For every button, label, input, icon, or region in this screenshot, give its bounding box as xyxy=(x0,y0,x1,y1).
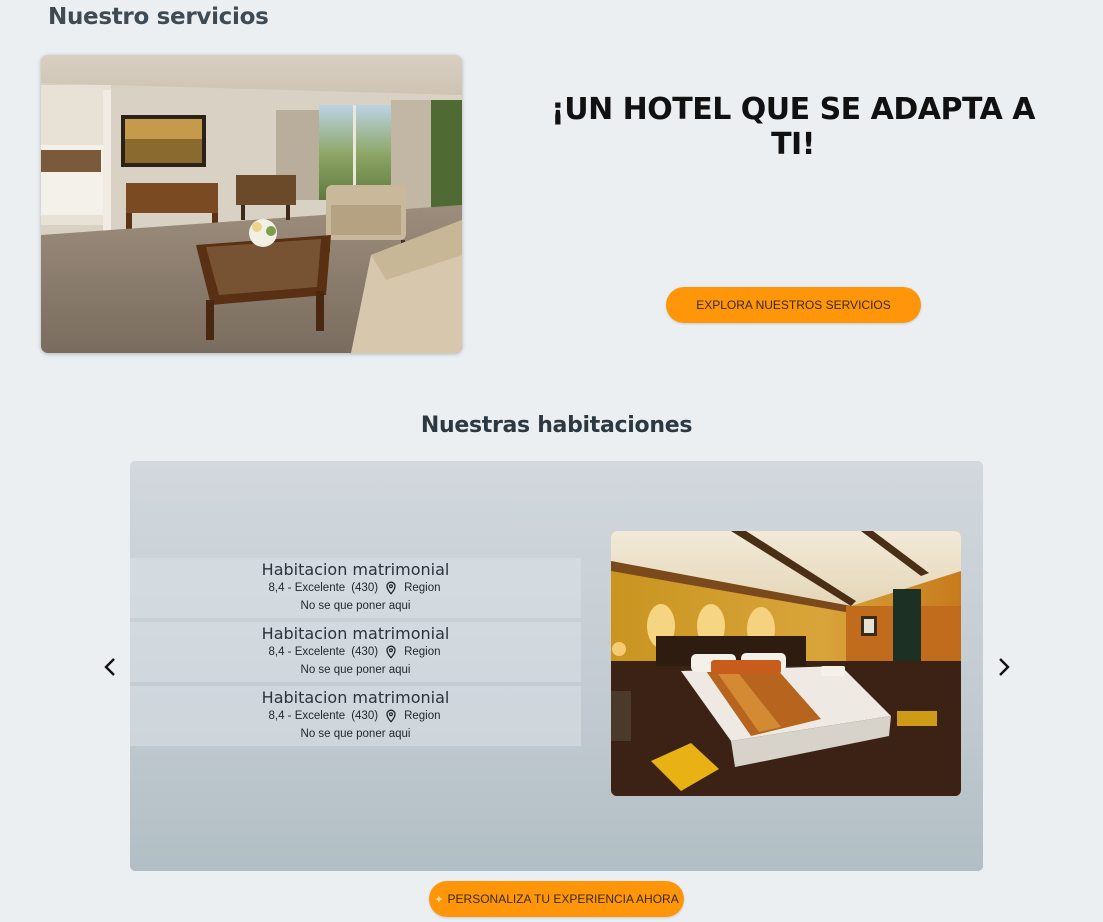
chevron-left-icon xyxy=(104,658,115,676)
room-review-count: (430) xyxy=(351,710,379,722)
room-card[interactable]: Habitacion matrimonial 8,4 - Excelente (… xyxy=(130,686,581,746)
room-card[interactable]: Habitacion matrimonial 8,4 - Excelente (… xyxy=(130,622,581,682)
room-meta: 8,4 - Excelente (430) Region xyxy=(268,645,441,659)
room-review-count: (430) xyxy=(351,646,379,658)
carousel-prev-button[interactable] xyxy=(98,655,122,679)
personalize-experience-label: PERSONALIZA TU EXPERIENCIA AHORA xyxy=(447,892,679,906)
chevron-right-icon xyxy=(999,658,1010,676)
rooms-list: Habitacion matrimonial 8,4 - Excelente (… xyxy=(130,558,581,750)
room-meta: 8,4 - Excelente (430) Region xyxy=(268,581,441,595)
room-title: Habitacion matrimonial xyxy=(261,688,450,707)
room-meta: 8,4 - Excelente (430) Region xyxy=(268,709,441,723)
room-description: No se que poner aqui xyxy=(300,600,411,612)
room-region: Region xyxy=(404,710,441,722)
rooms-section-title: Nuestras habitaciones xyxy=(420,413,693,438)
room-region: Region xyxy=(404,646,441,658)
sparkle-icon: ✦ xyxy=(434,893,444,906)
room-review-count: (430) xyxy=(351,582,379,594)
room-score: 8,4 - Excelente xyxy=(268,582,346,594)
room-score: 8,4 - Excelente xyxy=(268,710,346,722)
map-pin-icon xyxy=(384,645,398,659)
map-pin-icon xyxy=(384,709,398,723)
room-description: No se que poner aqui xyxy=(300,728,411,740)
map-pin-icon xyxy=(384,581,398,595)
room-description: No se que poner aqui xyxy=(300,664,411,676)
room-title: Habitacion matrimonial xyxy=(261,624,450,643)
services-headline: ¡UN HOTEL QUE SE ADAPTA A TI! xyxy=(551,92,1035,162)
personalize-experience-button[interactable]: ✦ PERSONALIZA TU EXPERIENCIA AHORA xyxy=(429,881,684,917)
services-section-title: Nuestro servicios xyxy=(48,4,269,30)
room-region: Region xyxy=(404,582,441,594)
hotel-living-room-image xyxy=(41,55,462,353)
explore-services-button[interactable]: EXPLORA NUESTROS SERVICIOS xyxy=(666,287,921,323)
room-score: 8,4 - Excelente xyxy=(268,646,346,658)
bedroom-image xyxy=(611,531,961,796)
room-card[interactable]: Habitacion matrimonial 8,4 - Excelente (… xyxy=(130,558,581,618)
room-title: Habitacion matrimonial xyxy=(261,560,450,579)
carousel-next-button[interactable] xyxy=(992,655,1016,679)
